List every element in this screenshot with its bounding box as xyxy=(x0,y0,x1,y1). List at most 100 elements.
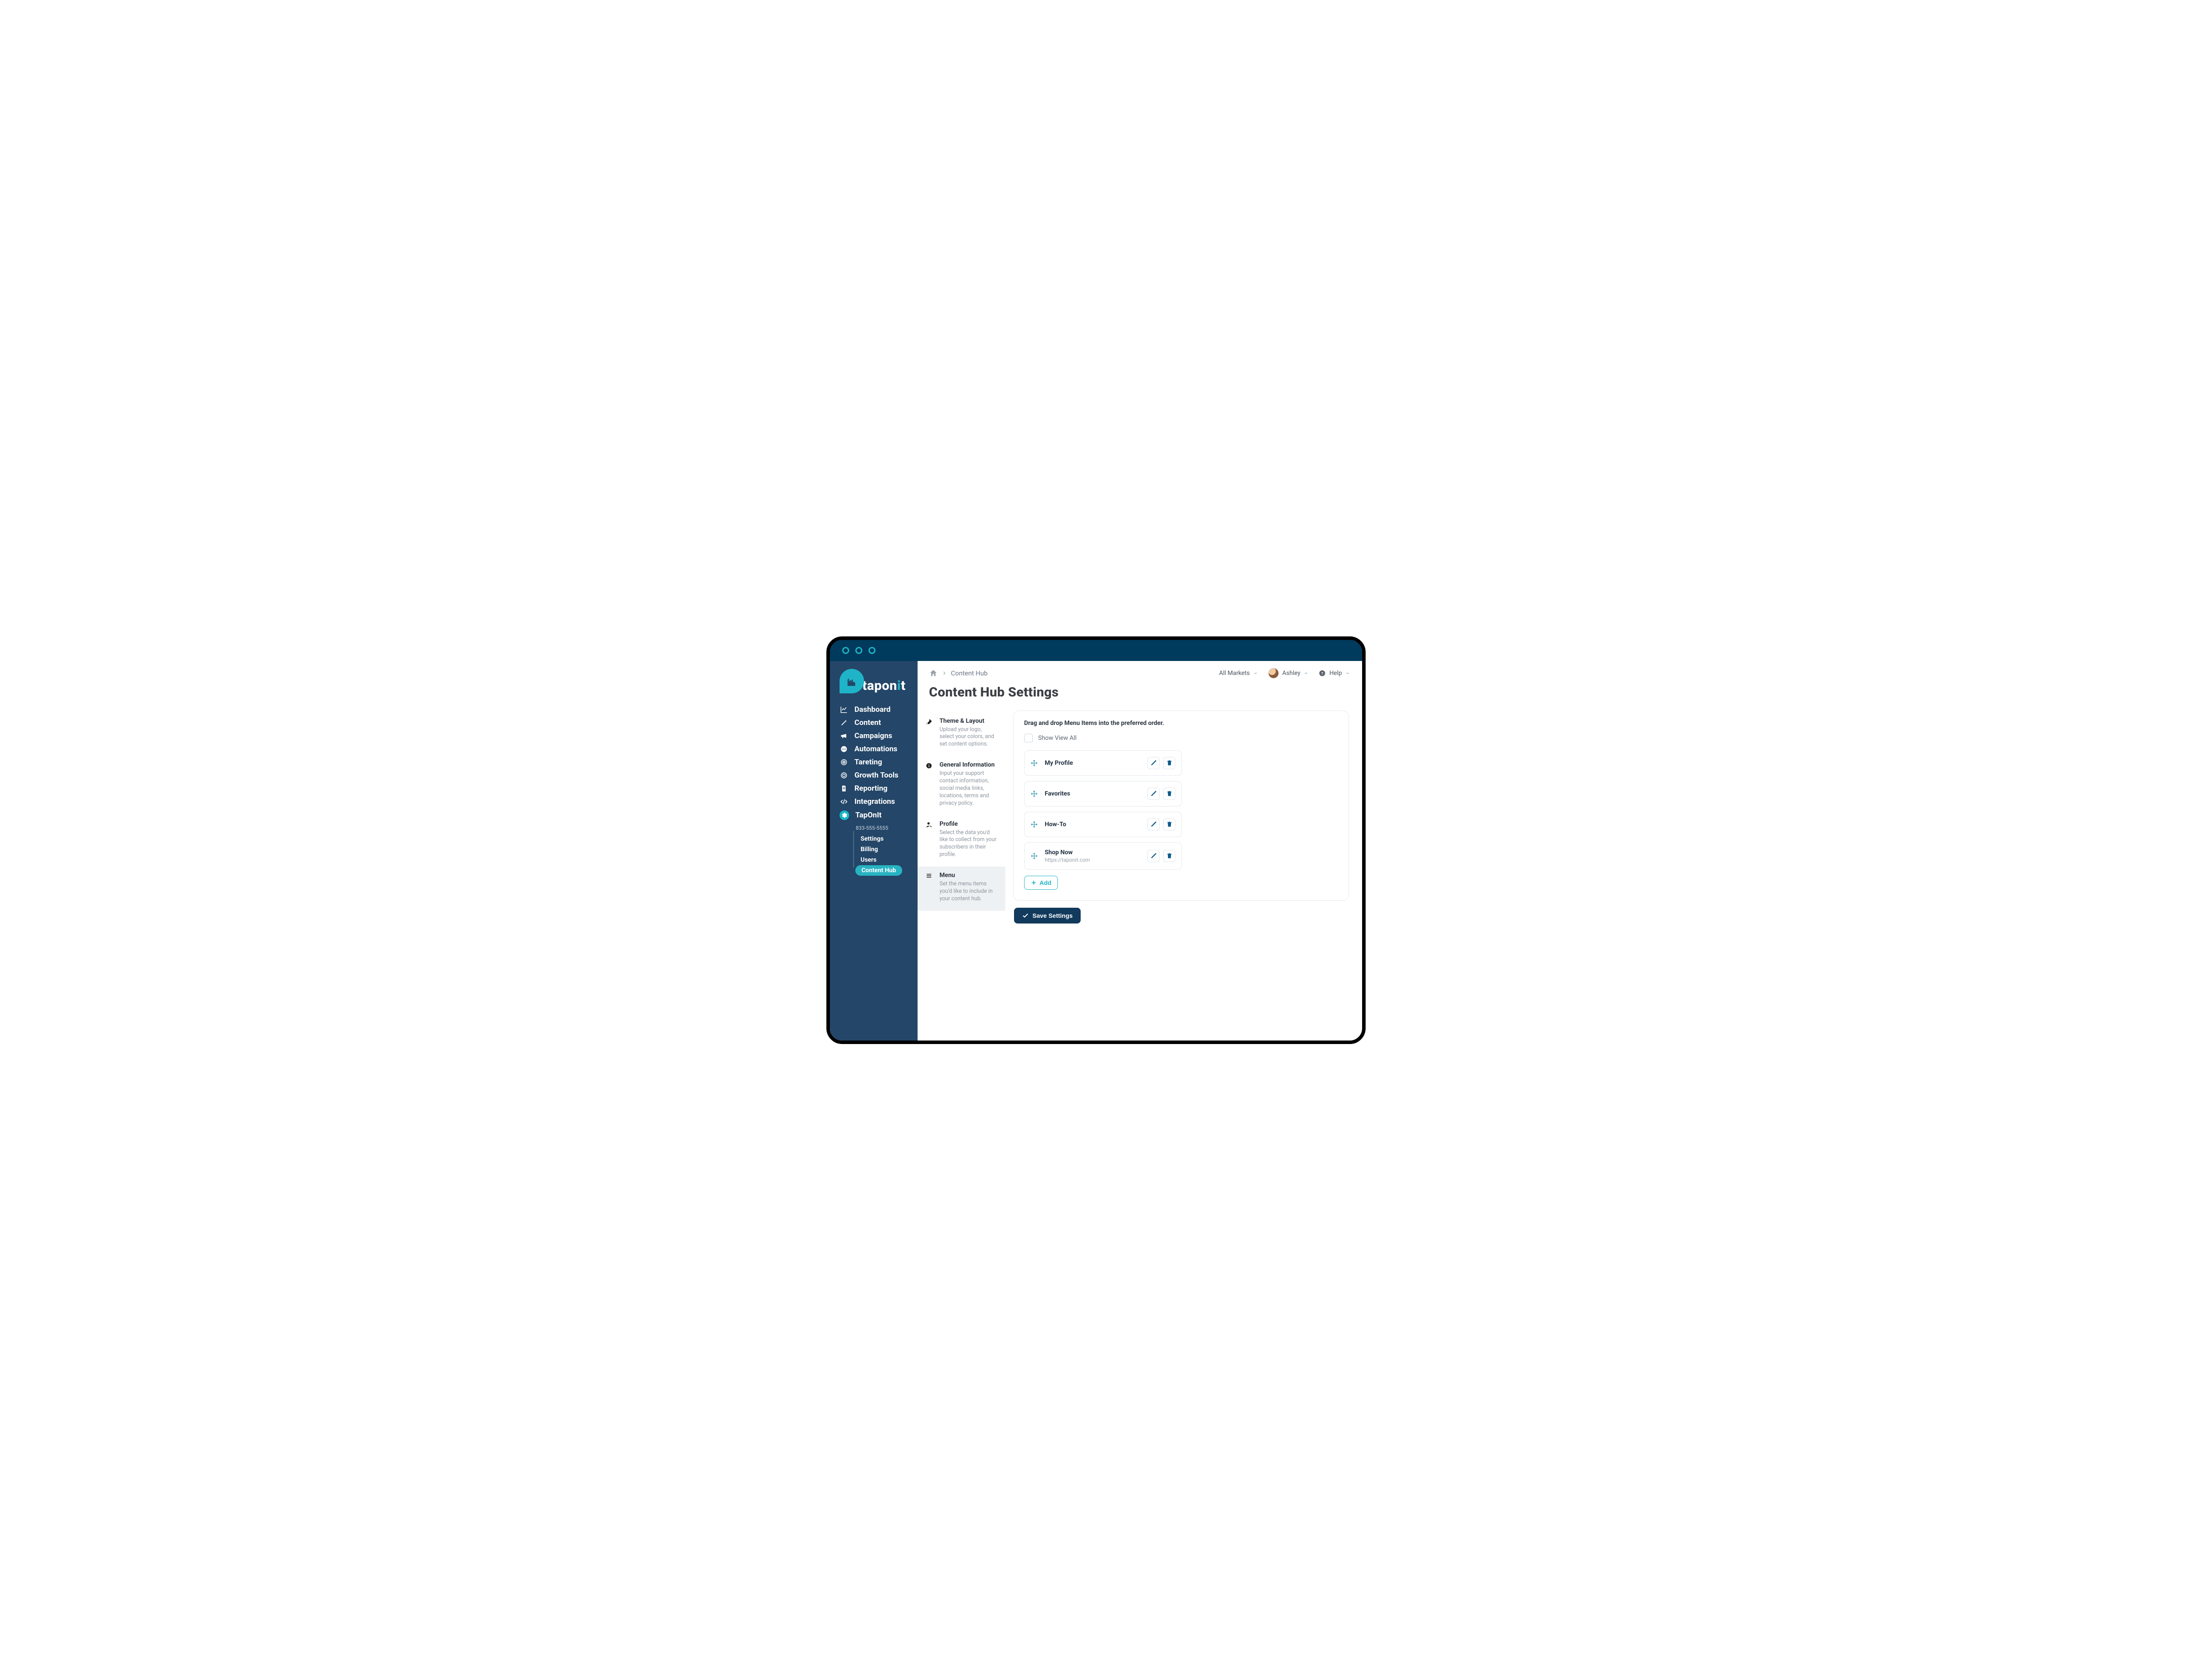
edit-menu-item-button[interactable] xyxy=(1147,788,1160,800)
plus-icon xyxy=(1031,880,1037,886)
markets-label: All Markets xyxy=(1219,670,1250,677)
subnav-theme-layout[interactable]: Theme & Layout Upload your logo, select … xyxy=(918,712,1005,757)
subnav-title: Profile xyxy=(939,820,997,828)
subnav-general-info[interactable]: General Information Input your support c… xyxy=(918,756,1005,815)
checkbox-box xyxy=(1024,734,1033,742)
show-view-all-checkbox[interactable]: Show View All xyxy=(1024,734,1338,742)
subnav-title: Menu xyxy=(939,872,997,879)
nav-label: Content xyxy=(854,718,881,727)
checkbox-label: Show View All xyxy=(1038,735,1077,742)
document-icon xyxy=(840,785,848,792)
svg-text:?: ? xyxy=(1321,671,1323,676)
user-edit-icon xyxy=(925,820,933,859)
nav-label: TapOnIt xyxy=(855,811,882,820)
subnav-menu[interactable]: Menu Set the menu items you'd like to in… xyxy=(918,867,1005,911)
delete-menu-item-button[interactable] xyxy=(1163,850,1175,862)
nav-label: Campaigns xyxy=(854,732,892,740)
delete-menu-item-button[interactable] xyxy=(1163,818,1175,831)
drag-handle-icon[interactable] xyxy=(1031,821,1038,828)
sidebar: taponit Dashboard Content Campaigns Au xyxy=(830,661,918,1041)
menu-settings-panel: Drag and drop Menu Items into the prefer… xyxy=(1013,710,1349,901)
settings-subnav: Theme & Layout Upload your logo, select … xyxy=(918,709,1005,911)
menu-item-url: https://taponit.com xyxy=(1045,857,1140,863)
window-dot xyxy=(868,647,875,654)
window-dot xyxy=(842,647,849,654)
nav-integrations[interactable]: Integrations xyxy=(838,795,913,808)
nav-targeting[interactable]: Tareting xyxy=(838,756,913,769)
nav-label: Growth Tools xyxy=(854,771,898,780)
drag-handle-icon[interactable] xyxy=(1031,852,1038,860)
save-button-label: Save Settings xyxy=(1032,912,1073,919)
delete-menu-item-button[interactable] xyxy=(1163,788,1175,800)
nav-label: Dashboard xyxy=(854,705,890,714)
nav-growth-tools[interactable]: Growth Tools xyxy=(838,769,913,782)
nav-account[interactable]: TapOnIt xyxy=(838,808,913,822)
edit-menu-item-button[interactable] xyxy=(1147,757,1160,769)
help-menu[interactable]: ? Help xyxy=(1319,670,1350,677)
nav-label: Tareting xyxy=(854,758,882,767)
subnav-content-hub[interactable]: Content Hub xyxy=(855,865,902,876)
nav-dashboard[interactable]: Dashboard xyxy=(838,703,913,716)
edit-menu-item-button[interactable] xyxy=(1147,850,1160,862)
save-settings-button[interactable]: Save Settings xyxy=(1014,908,1081,923)
bars-icon xyxy=(925,872,933,903)
nav-content[interactable]: Content xyxy=(838,716,913,729)
top-right-controls: All Markets Ashley ? Help xyxy=(1219,668,1350,678)
drag-handle-icon[interactable] xyxy=(1031,790,1038,797)
nav-campaigns[interactable]: Campaigns xyxy=(838,729,913,742)
drag-handle-icon[interactable] xyxy=(1031,760,1038,767)
code-icon xyxy=(840,798,848,806)
chart-line-icon xyxy=(840,706,848,714)
menu-item-label: My Profile xyxy=(1045,760,1140,767)
home-icon[interactable] xyxy=(929,669,938,678)
brand-mark-icon xyxy=(840,669,864,693)
breadcrumb: Content Hub xyxy=(929,669,988,678)
info-icon xyxy=(925,761,933,807)
subnav-title: Theme & Layout xyxy=(939,717,997,725)
device-frame: taponit Dashboard Content Campaigns Au xyxy=(826,636,1366,1044)
check-icon xyxy=(1022,912,1029,919)
account-subnav: 833-555-5555 Settings Billing Users Cont… xyxy=(855,825,918,876)
subnav-users[interactable]: Users xyxy=(855,855,918,865)
account-phone: 833-555-5555 xyxy=(856,825,918,831)
help-label: Help xyxy=(1329,670,1342,677)
menu-item-list: My Profile Favorites xyxy=(1024,750,1338,870)
subnav-settings[interactable]: Settings xyxy=(855,834,918,844)
subnav-title: General Information xyxy=(939,761,997,768)
chevron-down-icon xyxy=(1304,671,1308,675)
topbar: Content Hub All Markets Ashley ? Help xyxy=(918,661,1362,681)
menu-item-card[interactable]: Favorites xyxy=(1024,781,1182,806)
menu-item-card[interactable]: How-To xyxy=(1024,812,1182,837)
subnav-profile[interactable]: Profile Select the data you'd like to co… xyxy=(918,815,1005,867)
edit-menu-item-button[interactable] xyxy=(1147,818,1160,831)
menu-item-label: Favorites xyxy=(1045,790,1140,797)
delete-menu-item-button[interactable] xyxy=(1163,757,1175,769)
bullhorn-icon xyxy=(840,732,848,740)
menu-item-card[interactable]: Shop Now https://taponit.com xyxy=(1024,842,1182,870)
user-menu[interactable]: Ashley xyxy=(1268,668,1308,678)
app-shell: taponit Dashboard Content Campaigns Au xyxy=(830,661,1362,1041)
brand-logo[interactable]: taponit xyxy=(830,665,918,701)
add-menu-item-button[interactable]: Add xyxy=(1024,876,1058,890)
subnav-billing[interactable]: Billing xyxy=(855,844,918,855)
menu-item-card[interactable]: My Profile xyxy=(1024,750,1182,776)
primary-nav: Dashboard Content Campaigns Automations … xyxy=(830,701,918,827)
window-dot xyxy=(855,647,862,654)
browser-chrome-bar xyxy=(830,640,1362,661)
avatar xyxy=(1268,668,1279,678)
subnav-desc: Input your support contact information, … xyxy=(939,770,997,807)
brush-icon xyxy=(925,717,933,749)
nav-label: Automations xyxy=(854,745,897,753)
subnav-desc: Upload your logo, select your colors, an… xyxy=(939,726,997,749)
nav-label: Reporting xyxy=(854,784,887,793)
nav-label: Integrations xyxy=(854,797,895,806)
nav-reporting[interactable]: Reporting xyxy=(838,782,913,795)
main: Content Hub All Markets Ashley ? Help xyxy=(918,661,1362,1041)
target-icon xyxy=(840,771,848,779)
chevron-down-icon xyxy=(1345,671,1350,675)
help-icon: ? xyxy=(1319,670,1326,677)
nav-automations[interactable]: Automations xyxy=(838,742,913,756)
markets-dropdown[interactable]: All Markets xyxy=(1219,670,1258,677)
breadcrumb-current: Content Hub xyxy=(951,669,988,677)
gear-icon xyxy=(840,810,849,820)
